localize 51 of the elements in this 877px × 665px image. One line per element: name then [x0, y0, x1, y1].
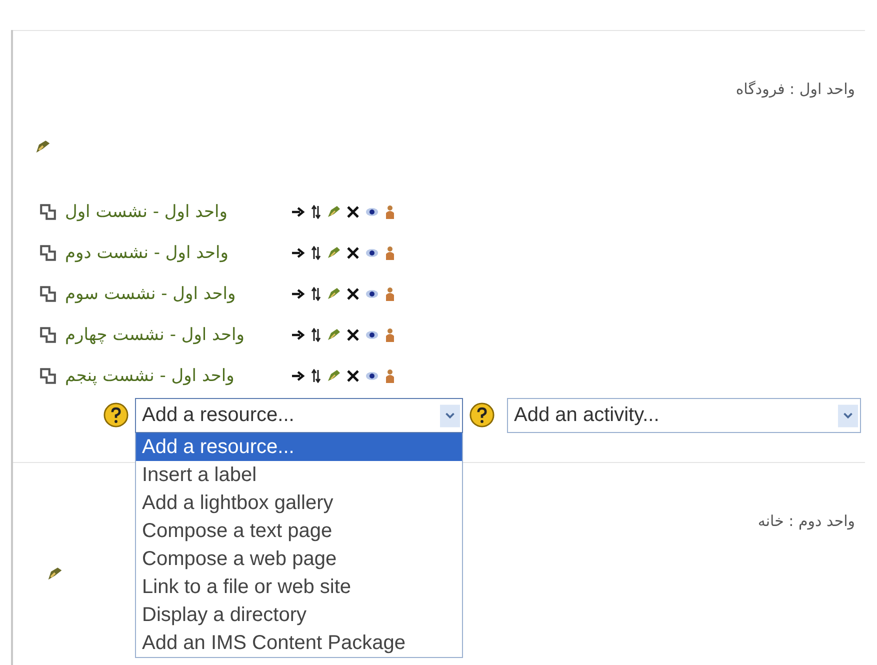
- section-title: واحد دوم : خانه: [758, 511, 855, 531]
- arrow-right-icon[interactable]: [291, 328, 305, 340]
- move-icon[interactable]: [311, 246, 321, 260]
- activity-select[interactable]: Add an activity...: [507, 398, 861, 433]
- arrow-right-icon[interactable]: [291, 288, 305, 300]
- person-icon[interactable]: [385, 368, 395, 382]
- eye-icon[interactable]: [365, 370, 379, 380]
- edit-icon[interactable]: [327, 205, 341, 218]
- person-icon[interactable]: [385, 246, 395, 260]
- edit-icon[interactable]: [327, 246, 341, 259]
- delete-icon[interactable]: [347, 206, 359, 218]
- person-icon[interactable]: [385, 286, 395, 300]
- resource-select[interactable]: Add a resource...: [135, 398, 463, 433]
- dropdown-option[interactable]: Display a directory: [136, 601, 462, 629]
- dropdown-option[interactable]: Add a resource...: [136, 433, 462, 461]
- dropdown-option[interactable]: Insert a label: [136, 461, 462, 489]
- eye-icon[interactable]: [365, 248, 379, 258]
- resource-link[interactable]: واحد اول - نشست پنجم: [65, 366, 277, 386]
- section-title: واحد اول : فرودگاه: [736, 79, 855, 99]
- dropdown-option[interactable]: Link to a file or web site: [136, 573, 462, 601]
- eye-icon[interactable]: [365, 288, 379, 298]
- delete-icon[interactable]: [347, 246, 359, 258]
- delete-icon[interactable]: [347, 370, 359, 382]
- dropdown-option[interactable]: Compose a web page: [136, 545, 462, 573]
- edit-icon[interactable]: [327, 328, 341, 341]
- move-icon[interactable]: [311, 204, 321, 218]
- resource-link[interactable]: واحد اول - نشست دوم: [65, 242, 277, 262]
- arrow-right-icon[interactable]: [291, 370, 305, 382]
- edit-icon[interactable]: [47, 565, 63, 581]
- person-icon[interactable]: [385, 204, 395, 218]
- arrow-right-icon[interactable]: [291, 206, 305, 218]
- edit-icon[interactable]: [35, 138, 51, 154]
- delete-icon[interactable]: [347, 328, 359, 340]
- dropdown-option[interactable]: Add an IMS Content Package: [136, 629, 462, 657]
- move-icon[interactable]: [311, 328, 321, 342]
- help-icon[interactable]: [103, 402, 129, 428]
- dropdown-option[interactable]: Compose a text page: [136, 517, 462, 545]
- resource-link[interactable]: واحد اول - نشست اول: [65, 202, 277, 222]
- eye-icon[interactable]: [365, 330, 379, 340]
- edit-icon[interactable]: [327, 369, 341, 382]
- resource-link[interactable]: واحد اول - نشست سوم: [65, 284, 277, 304]
- edit-icon[interactable]: [327, 287, 341, 300]
- delete-icon[interactable]: [347, 288, 359, 300]
- move-icon[interactable]: [311, 368, 321, 382]
- dropdown-option[interactable]: Add a lightbox gallery: [136, 489, 462, 517]
- resource-link[interactable]: واحد اول - نشست چهارم: [65, 324, 277, 344]
- help-icon[interactable]: [469, 402, 495, 428]
- eye-icon[interactable]: [365, 206, 379, 216]
- arrow-right-icon[interactable]: [291, 246, 305, 258]
- move-icon[interactable]: [311, 286, 321, 300]
- person-icon[interactable]: [385, 328, 395, 342]
